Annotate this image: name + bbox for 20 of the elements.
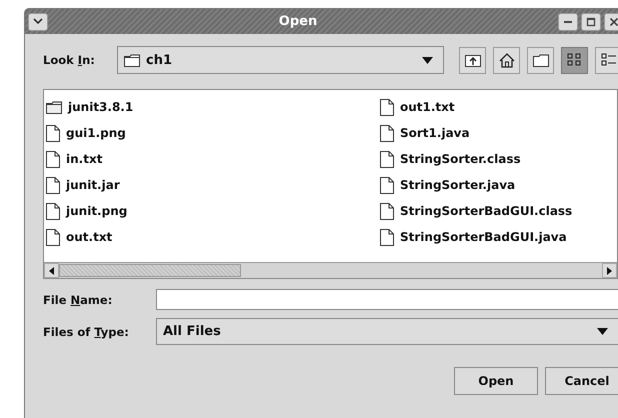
file-item[interactable]: StringSorterBadGUI.java — [400, 230, 567, 244]
look-in-label: Look In: — [43, 53, 96, 67]
file-item[interactable]: in.txt — [66, 152, 102, 166]
look-in-dropdown[interactable]: ch1 — [117, 46, 444, 74]
file-item[interactable]: StringSorter.java — [400, 178, 516, 192]
file-item[interactable]: Sort1.java — [400, 126, 470, 140]
cancel-button[interactable]: Cancel — [545, 367, 618, 395]
file-item[interactable]: gui1.png — [66, 126, 126, 140]
files-of-type-label: Files of Type: — [43, 324, 130, 338]
window-title: Open — [278, 14, 318, 29]
file-item[interactable]: StringSorterBadGUI.class — [400, 204, 572, 218]
open-button[interactable]: Open — [454, 367, 538, 395]
file-name-label: File Name: — [43, 292, 114, 306]
files-of-type-dropdown[interactable]: All Files — [156, 318, 618, 345]
file-item[interactable]: out1.txt — [400, 100, 455, 114]
file-item[interactable]: junit3.8.1 — [68, 100, 134, 114]
file-item[interactable]: junit.png — [66, 204, 128, 218]
file-item[interactable]: out.txt — [66, 230, 112, 244]
file-item[interactable]: StringSorter.class — [400, 152, 521, 166]
file-item[interactable]: junit.jar — [66, 178, 120, 192]
